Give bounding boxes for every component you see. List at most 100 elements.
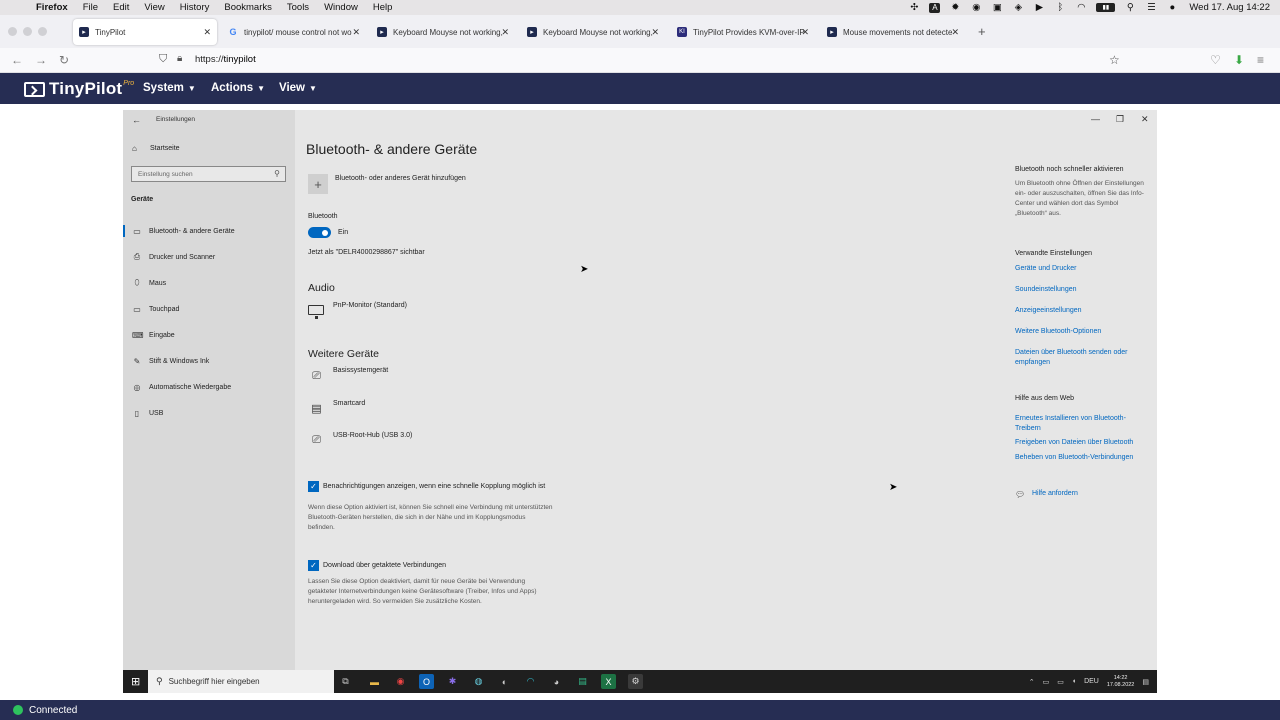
taskbar-clock[interactable]: 14:22 17.08.2022 (1107, 675, 1135, 689)
gear-icon[interactable]: ✹ (949, 2, 961, 13)
pocket-icon[interactable]: ♡ (1210, 53, 1221, 67)
device-smartcard[interactable]: Smartcard (333, 400, 365, 407)
menu-actions[interactable]: Actions ▼ (211, 82, 265, 94)
menu-view-tp[interactable]: View ▼ (279, 82, 317, 94)
status-app-icon[interactable]: A (929, 2, 941, 13)
chevron-up-icon[interactable]: ⌃ (1029, 678, 1035, 686)
bluetooth-icon[interactable]: ᛒ (1054, 2, 1066, 13)
battery-icon[interactable]: ▮▮ (1096, 3, 1116, 12)
lock-icon[interactable]: 🔒︎ (177, 53, 182, 64)
back-arrow-icon[interactable]: ← (132, 115, 141, 125)
sidebar-item-bluetooth[interactable]: ▭ Bluetooth- & andere Geräte (123, 222, 295, 240)
volume-icon[interactable]: ◖ (1072, 678, 1076, 685)
close-tab-icon[interactable]: ✕ (951, 27, 959, 38)
link-send-files-bluetooth[interactable]: Dateien über Bluetooth senden oder empfa… (1015, 348, 1141, 367)
chrome-icon[interactable]: ◉ (393, 674, 408, 689)
minimize-icon[interactable]: — (1091, 114, 1100, 124)
close-icon[interactable]: ✕ (1141, 114, 1149, 125)
download-checkbox[interactable]: ✓ (308, 560, 319, 571)
taskbar-search-input[interactable]: ⚲ Suchbegriff hier eingeben (148, 670, 334, 693)
language-indicator[interactable]: DEU (1084, 678, 1099, 685)
minimize-window-button[interactable] (23, 27, 32, 36)
menu-system[interactable]: System ▼ (143, 82, 196, 94)
wifi-icon[interactable]: ◠ (1075, 2, 1087, 13)
close-tab-icon[interactable]: ✕ (203, 27, 211, 38)
file-explorer-icon[interactable]: ▬ (367, 674, 382, 689)
link-reinstall-drivers[interactable]: Erneutes Installieren von Bluetooth-Trei… (1015, 414, 1147, 433)
menu-file[interactable]: File (83, 2, 98, 13)
url-bar[interactable]: https://tinypilot (195, 54, 256, 65)
windows-start-icon[interactable]: ⊞ (131, 675, 140, 688)
notification-icon[interactable]: ▤ (1142, 678, 1149, 686)
forward-icon[interactable]: → (35, 53, 47, 67)
task-view-icon[interactable]: ⧉ (338, 674, 353, 689)
sidebar-item-touchpad[interactable]: ▭ Touchpad (123, 300, 295, 318)
sidebar-item-usb[interactable]: ▯ USB (123, 404, 295, 422)
search-icon[interactable]: ⚲ (1124, 2, 1136, 13)
app-icon[interactable]: ▤ (575, 674, 590, 689)
device-pnp-monitor[interactable]: PnP-Monitor (Standard) (333, 302, 407, 309)
notify-label[interactable]: Benachrichtigungen anzeigen, wenn eine s… (323, 482, 563, 492)
sidebar-home[interactable]: ⌂ Startseite (132, 144, 180, 153)
menu-history[interactable]: History (180, 2, 210, 13)
status-app-icon[interactable]: ◈ (1012, 2, 1024, 13)
zoom-window-button[interactable] (38, 27, 47, 36)
settings-gear-icon[interactable]: ⚙ (628, 674, 643, 689)
add-device-button[interactable]: + (308, 174, 328, 194)
browser-tab[interactable]: G tinypilot/ mouse control not wo ✕ (222, 19, 366, 45)
link-get-help[interactable]: Hilfe anfordern (1032, 489, 1162, 499)
download-icon[interactable]: ⬇ (1234, 53, 1244, 67)
outlook-icon[interactable]: O (419, 674, 434, 689)
bluetooth-toggle[interactable] (308, 227, 331, 238)
link-fix-connections[interactable]: Beheben von Bluetooth-Verbindungen (1015, 453, 1145, 463)
back-icon[interactable]: ← (11, 53, 23, 67)
browser-tab[interactable]: ▸ Keyboard Mouyse not working, ( ✕ (521, 19, 665, 45)
menu-help[interactable]: Help (373, 2, 393, 13)
display-icon[interactable]: ▭ (1057, 678, 1064, 686)
close-tab-icon[interactable]: ✕ (651, 27, 659, 38)
status-app-icon[interactable]: ◉ (970, 2, 982, 13)
sidebar-item-input[interactable]: ⌨ Eingabe (123, 326, 295, 344)
link-devices-printers[interactable]: Geräte und Drucker (1015, 264, 1145, 274)
close-tab-icon[interactable]: ✕ (501, 27, 509, 38)
browser-tab[interactable]: ▸ Mouse movements not detecte ✕ (821, 19, 965, 45)
device-usb-root-hub[interactable]: USB-Root-Hub (USB 3.0) (333, 432, 412, 439)
sidebar-item-mouse[interactable]: ⬯ Maus (123, 274, 295, 292)
teams-icon[interactable]: ✱ (445, 674, 460, 689)
menu-hamburger-icon[interactable]: ≡ (1257, 53, 1264, 67)
tinypilot-logo[interactable]: TinyPilot Pro (24, 79, 134, 99)
remote-screen[interactable]: ← Einstellungen ⌂ Startseite Einstellung… (0, 104, 1280, 700)
app-icon[interactable]: ◍ (471, 674, 486, 689)
close-window-button[interactable] (8, 27, 17, 36)
menu-app-firefox[interactable]: Firefox (36, 2, 68, 13)
app-icon[interactable]: ◠ (523, 674, 538, 689)
clipboard-icon[interactable]: ▣ (991, 2, 1003, 13)
sidebar-item-printers[interactable]: ⎙ Drucker und Scanner (123, 248, 295, 266)
notify-checkbox[interactable]: ✓ (308, 481, 319, 492)
download-label[interactable]: Download über getaktete Verbindungen (323, 561, 563, 571)
network-icon[interactable]: ▭ (1043, 678, 1050, 686)
link-sound-settings[interactable]: Soundeinstellungen (1015, 285, 1145, 295)
device-basissystem[interactable]: Basissystemgerät (333, 367, 388, 374)
browser-tab[interactable]: ▸ TinyPilot ✕ (73, 19, 217, 45)
bookmark-star-icon[interactable]: ☆ (1109, 53, 1120, 67)
reload-icon[interactable]: ↻ (59, 53, 69, 67)
siri-icon[interactable]: ● (1166, 2, 1178, 13)
control-center-icon[interactable]: ☰ (1145, 2, 1157, 13)
status-app-icon[interactable]: ✣ (908, 2, 920, 13)
menu-view[interactable]: View (144, 2, 164, 13)
new-tab-icon[interactable]: + (978, 24, 986, 39)
shield-icon[interactable]: ⛉ (159, 53, 167, 66)
menu-tools[interactable]: Tools (287, 2, 309, 13)
maximize-icon[interactable]: ❐ (1116, 114, 1124, 125)
menubar-clock[interactable]: Wed 17. Aug 14:22 (1189, 2, 1270, 13)
close-tab-icon[interactable]: ✕ (801, 27, 809, 38)
link-share-files[interactable]: Freigeben von Dateien über Bluetooth (1015, 438, 1145, 448)
menu-bookmarks[interactable]: Bookmarks (224, 2, 272, 13)
play-icon[interactable]: ▶ (1033, 2, 1045, 13)
menu-edit[interactable]: Edit (113, 2, 129, 13)
app-icon[interactable]: ◕ (549, 674, 564, 689)
sidebar-item-pen[interactable]: ✎ Stift & Windows Ink (123, 352, 295, 370)
close-tab-icon[interactable]: ✕ (352, 27, 360, 38)
menu-window[interactable]: Window (324, 2, 358, 13)
